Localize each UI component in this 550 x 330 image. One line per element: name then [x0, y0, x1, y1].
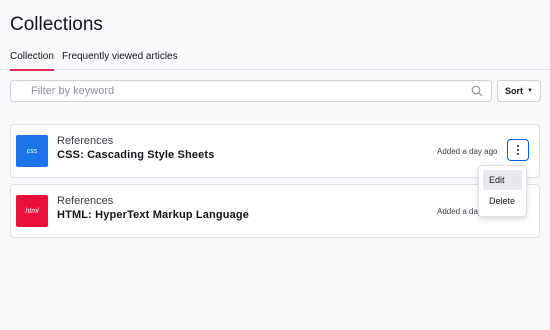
item-menu-button[interactable]	[507, 139, 529, 161]
sort-label: Sort	[505, 86, 523, 96]
tab-bar: Collection Frequently viewed articles	[0, 48, 550, 71]
kebab-icon	[517, 145, 519, 155]
caret-down-icon: ▼	[527, 88, 533, 94]
collection-item[interactable]: html References HTML: HyperText Markup L…	[10, 184, 540, 238]
thumbnail-label: css	[26, 147, 38, 155]
search-box	[10, 80, 492, 102]
item-added-date: Added a day ago	[437, 147, 498, 156]
page-title: Collections	[10, 14, 103, 35]
collection-item[interactable]: css References CSS: Cascading Style Shee…	[10, 124, 540, 178]
tab-frequently-viewed[interactable]: Frequently viewed articles	[62, 51, 178, 70]
menu-item-delete[interactable]: Delete	[483, 191, 522, 211]
search-icon[interactable]	[471, 85, 483, 97]
item-category: References	[57, 195, 114, 207]
sort-button[interactable]: Sort ▼	[497, 80, 541, 102]
item-added-date: Added a day ago	[437, 207, 479, 216]
tab-collection[interactable]: Collection	[10, 51, 54, 71]
html-thumbnail: html	[16, 195, 48, 227]
css-thumbnail: css	[16, 135, 48, 167]
item-title[interactable]: HTML: HyperText Markup Language	[57, 209, 249, 221]
item-title[interactable]: CSS: Cascading Style Sheets	[57, 149, 215, 161]
search-input[interactable]	[31, 83, 461, 99]
menu-item-edit[interactable]: Edit	[483, 170, 522, 190]
item-context-menu: Edit Delete	[478, 165, 527, 217]
thumbnail-label: html	[25, 207, 39, 215]
item-category: References	[57, 135, 114, 147]
